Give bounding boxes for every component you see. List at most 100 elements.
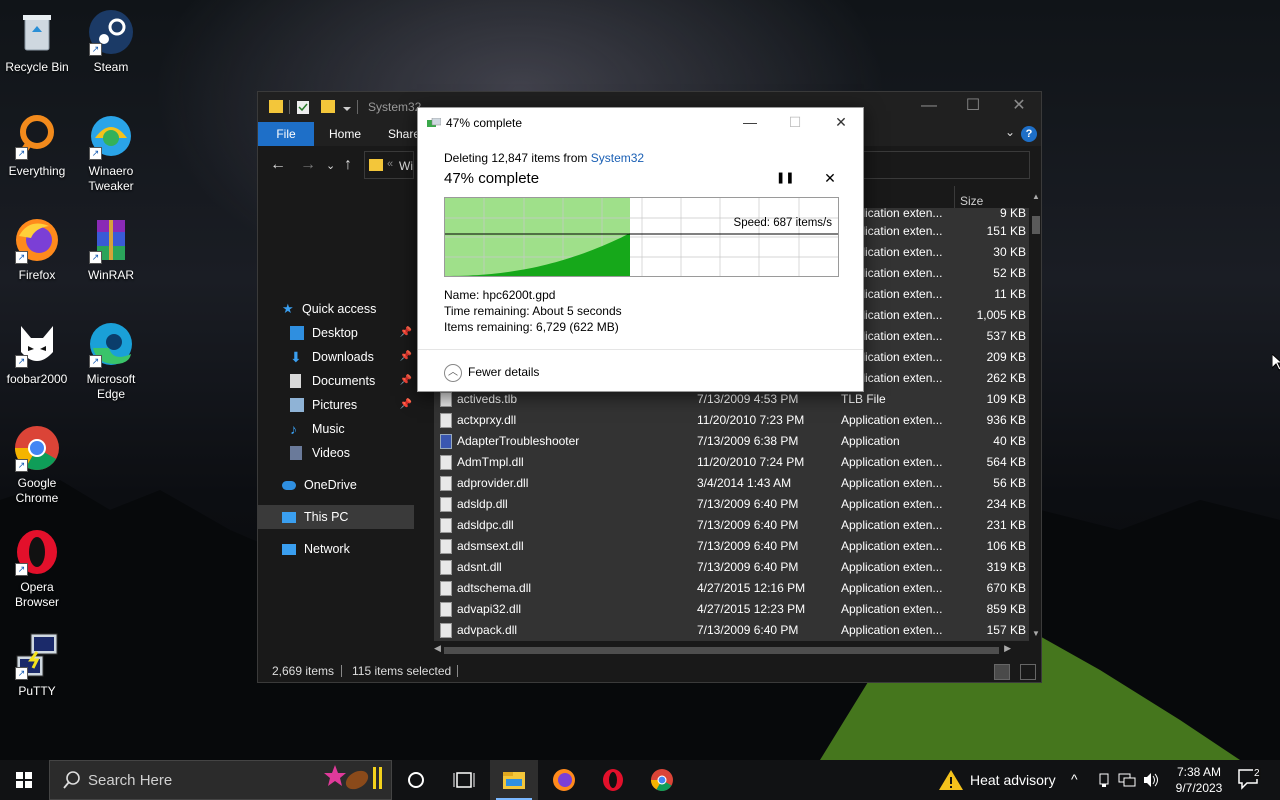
address-bar[interactable]: « Wi [364,151,414,179]
chevron-up-icon[interactable]: ^ [1071,771,1078,787]
table-row[interactable]: adsmsext.dll 7/13/2009 6:40 PM Application… [434,536,1029,557]
scroll-thumb[interactable] [1032,216,1040,234]
recycle-bin-icon [23,15,51,51]
maximize-button[interactable]: ☐ [950,92,996,122]
desktop-icon-firefox[interactable]: ↗ Firefox [0,216,74,283]
horizontal-scrollbar[interactable]: ◀ ▶ [434,643,1029,657]
table-row[interactable]: adsldp.dll 7/13/2009 6:40 PM Application e… [434,494,1029,515]
shortcut-arrow-icon: ↗ [15,147,28,160]
current-file-name: Name: hpc6200t.gpd [444,288,556,302]
search-input[interactable] [858,151,1030,179]
nav-onedrive[interactable]: OneDrive [282,473,414,497]
column-divider[interactable] [954,186,955,210]
pause-button[interactable]: ❚❚ [776,171,794,187]
nav-music[interactable]: ♪ Music [290,417,414,441]
clock[interactable]: 7:38 AM 9/7/2023 [1164,764,1234,796]
pin-icon[interactable]: 📌 [400,369,412,393]
network-icon[interactable] [1118,772,1136,788]
desktop-icon-label: foobar2000 [6,372,68,386]
taskbar-chrome[interactable] [638,760,686,800]
search-placeholder: Search Here [88,772,173,789]
opera-icon [603,769,623,791]
nav-downloads[interactable]: ⬇ Downloads 📌 [290,345,414,369]
pin-icon[interactable]: 📌 [400,393,412,417]
taskbar-opera[interactable] [589,760,637,800]
scroll-up-icon[interactable]: ▲ [1031,192,1041,201]
details-view-icon[interactable] [994,664,1010,680]
minimize-button[interactable]: — [906,92,952,122]
table-row[interactable]: adsldpc.dll 7/13/2009 6:40 PM Application … [434,515,1029,536]
desktop-icon-opera[interactable]: ↗ Opera Browser [0,528,74,610]
recent-locations-icon[interactable]: ⌄ [326,159,335,172]
nav-this-pc[interactable]: This PC [258,505,414,529]
table-row[interactable]: advpack.dll 7/13/2009 6:40 PM Application … [434,620,1029,641]
tab-share[interactable]: Share [388,122,420,146]
vertical-scrollbar[interactable]: ▲ ▼ [1031,192,1041,638]
minimize-button[interactable]: — [740,112,760,132]
scroll-right-icon[interactable]: ▶ [1004,643,1011,654]
start-button[interactable] [0,760,48,800]
source-folder-link[interactable]: System32 [591,151,644,165]
close-button[interactable]: ✕ [996,92,1042,122]
desktop-icon-winaero-tweaker[interactable]: ↗ Winaero Tweaker [74,112,148,194]
status-bar: 2,669 items 115 items selected [258,660,1041,682]
nav-documents[interactable]: Documents 📌 [290,369,414,393]
star-icon: ★ [282,301,294,316]
desktop-icon-label: Steam [93,60,129,74]
table-row[interactable]: advapi32.dll 4/27/2015 12:23 PM Applicatio… [434,599,1029,620]
warning-icon[interactable] [938,768,964,792]
table-row[interactable]: adtschema.dll 4/27/2015 12:16 PM Applicati… [434,578,1029,599]
weather-status[interactable]: Heat advisory [970,772,1056,788]
table-row[interactable]: actxprxy.dll 11/20/2010 7:23 PM Applicatio… [434,410,1029,431]
table-row[interactable]: activeds.tlb 7/13/2009 4:53 PM TLB File 109… [434,389,1029,410]
taskbar-search-input[interactable]: Search Here [49,760,392,800]
task-view-button[interactable] [440,760,488,800]
nav-quick-access[interactable]: ★ Quick access [282,297,414,321]
desktop-folder-icon [290,326,304,340]
desktop-icon-microsoft-edge[interactable]: ↗ Microsoft Edge [74,320,148,402]
table-row[interactable]: AdapterTroubleshooter 7/13/2009 6:38 PM Ap… [434,431,1029,452]
nav-desktop[interactable]: Desktop 📌 [290,321,414,345]
fewer-details-button[interactable]: ︿ Fewer details [444,362,539,382]
tab-home[interactable]: Home [329,122,361,146]
nav-pictures[interactable]: Pictures 📌 [290,393,414,417]
desktop-icon-recycle-bin[interactable]: Recycle Bin [0,8,74,75]
desktop-icon-winrar[interactable]: ↗ WinRAR [74,216,148,283]
cortana-button[interactable] [392,760,440,800]
pin-icon[interactable]: 📌 [400,345,412,369]
back-arrow-icon[interactable]: ← [270,156,286,174]
breadcrumb-overflow-icon: « [387,158,394,170]
taskbar-firefox[interactable] [540,760,588,800]
scroll-left-icon[interactable]: ◀ [434,643,441,654]
nav-network[interactable]: Network [282,537,414,561]
tab-file[interactable]: File [258,122,314,146]
table-row[interactable]: adprovider.dll 3/4/2014 1:43 AM Applicatio… [434,473,1029,494]
nav-videos[interactable]: Videos [290,441,414,465]
usb-device-icon[interactable] [1096,772,1112,788]
scroll-down-icon[interactable]: ▼ [1031,629,1041,638]
volume-icon[interactable] [1142,772,1160,788]
desktop-icon-everything[interactable]: ↗ Everything [0,112,74,179]
help-icon[interactable]: ? [1021,126,1037,142]
file-operation-icon [427,118,441,127]
desktop-icon-putty[interactable]: ↗ PuTTY [0,632,74,699]
desktop-icon-google-chrome[interactable]: ↗ Google Chrome [0,424,74,506]
column-header-size[interactable]: Size [960,194,983,208]
scroll-thumb[interactable] [444,647,999,654]
up-arrow-icon[interactable]: ↑ [344,156,352,174]
videos-folder-icon [290,446,302,460]
taskbar-file-explorer[interactable] [490,760,538,800]
close-button[interactable]: ✕ [831,112,851,132]
desktop-icon-foobar2000[interactable]: ↗ foobar2000 [0,320,74,387]
ribbon-expand-icon[interactable]: ⌄ [1005,125,1015,139]
table-row[interactable]: AdmTmpl.dll 11/20/2010 7:24 PM Application… [434,452,1029,473]
cancel-button[interactable]: ✕ [822,170,838,186]
dialog-title: 47% complete [446,116,523,130]
maximize-button[interactable]: ☐ [785,112,805,132]
large-icons-view-icon[interactable] [1020,664,1036,680]
forward-arrow-icon[interactable]: → [300,156,316,174]
desktop-icon-steam[interactable]: ↗ Steam [74,8,148,75]
firefox-icon [553,769,575,791]
pin-icon[interactable]: 📌 [400,321,412,345]
table-row[interactable]: adsnt.dll 7/13/2009 6:40 PM Application ex… [434,557,1029,578]
